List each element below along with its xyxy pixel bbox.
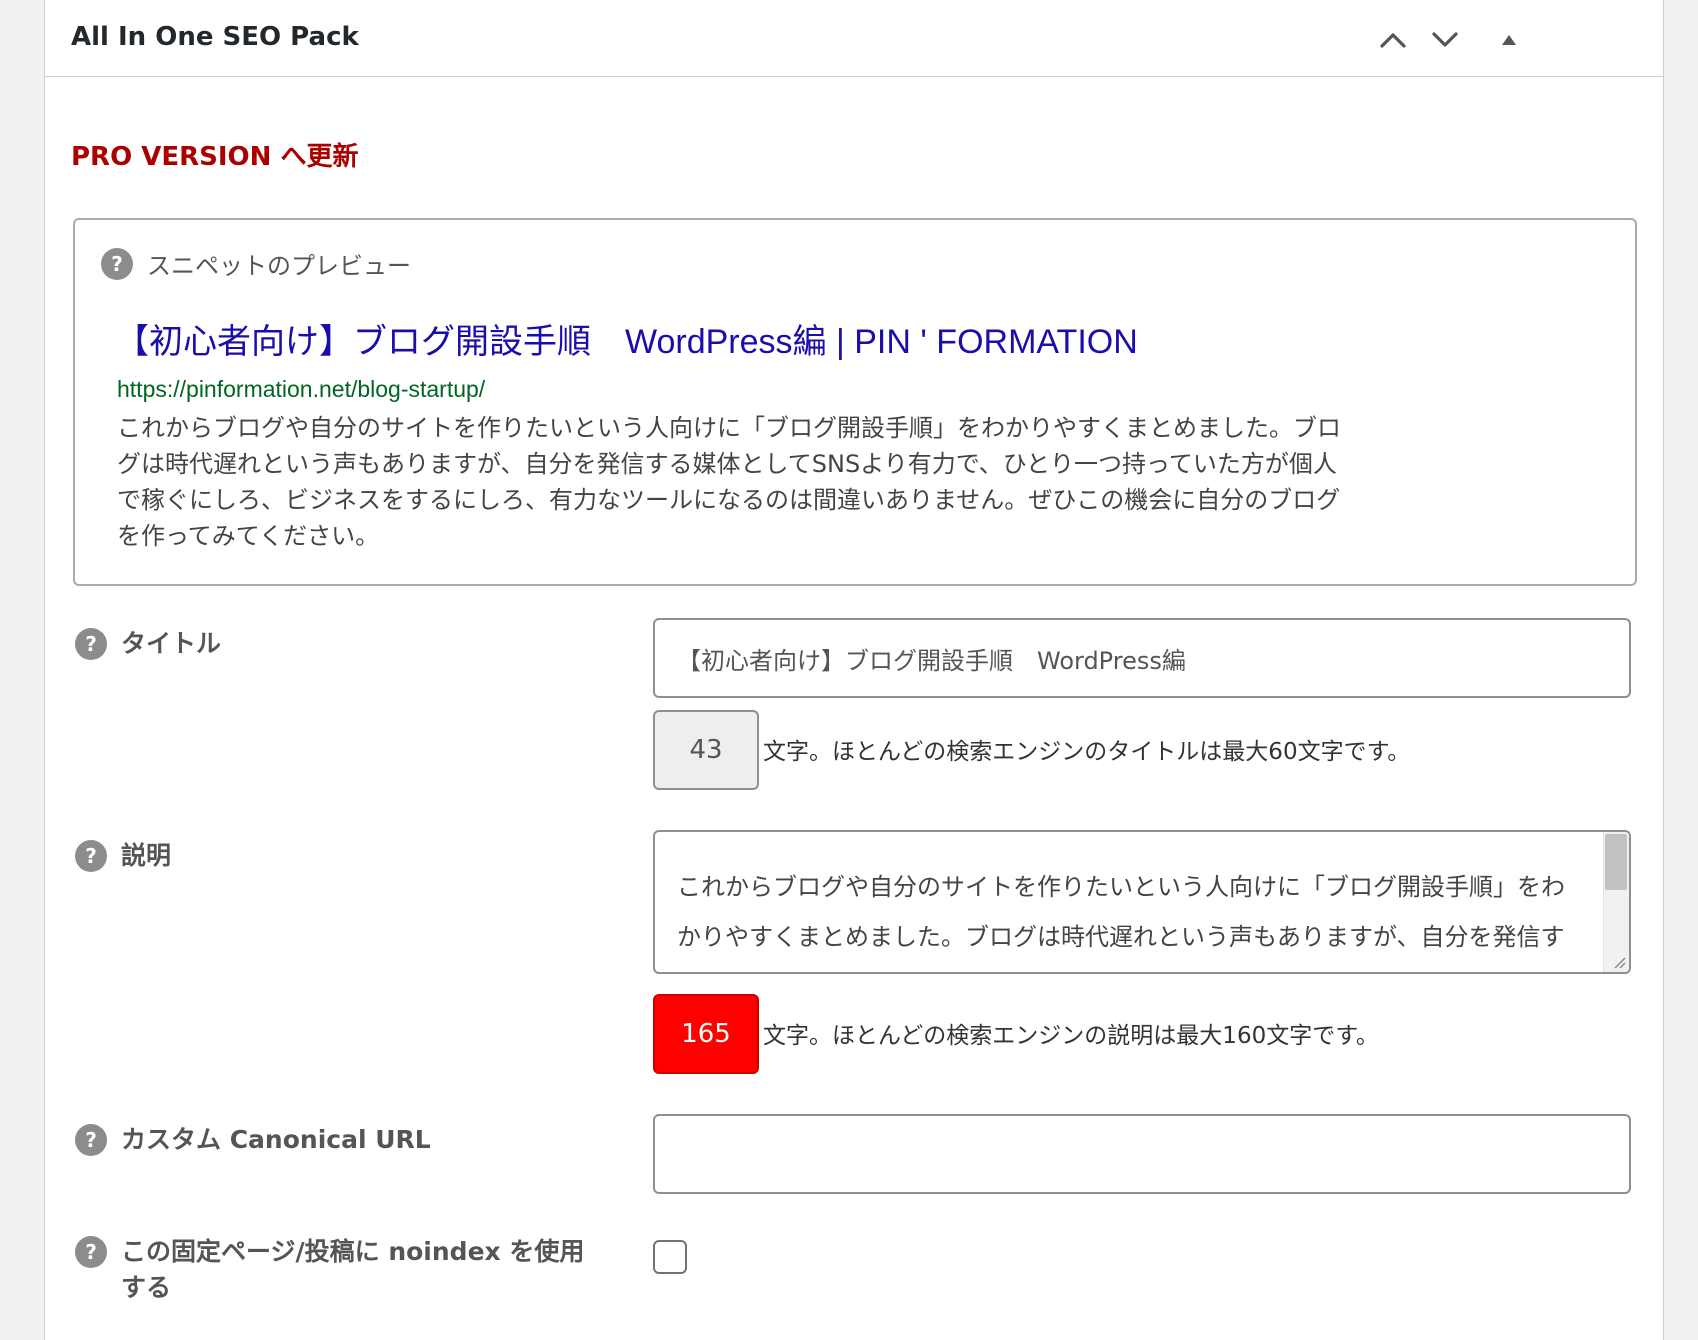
move-up-button[interactable]: [1371, 18, 1415, 62]
description-char-count: 165: [653, 994, 759, 1074]
upgrade-pro-link[interactable]: PRO VERSION へ更新: [71, 136, 358, 173]
move-down-button[interactable]: [1423, 18, 1467, 62]
noindex-label-row: ? この固定ページ/投稿に noindex を使用する: [75, 1236, 595, 1306]
description-label: 説明: [121, 841, 172, 870]
noindex-label: この固定ページ/投稿に noindex を使用する: [121, 1237, 585, 1302]
textarea-scrollbar[interactable]: [1603, 832, 1629, 972]
help-icon[interactable]: ?: [75, 628, 107, 660]
canonical-url-input[interactable]: [653, 1114, 1631, 1194]
title-char-count: 43: [653, 710, 759, 790]
snippet-url: https://pinformation.net/blog-startup/: [117, 376, 486, 402]
noindex-checkbox[interactable]: [653, 1240, 687, 1274]
metabox-title: All In One SEO Pack: [71, 22, 359, 52]
title-count-note: 文字。ほとんどの検索エンジンのタイトルは最大60文字です。: [763, 739, 1411, 765]
snippet-preview-label: スニペットのプレビュー: [147, 252, 411, 280]
snippet-title: 【初心者向け】ブログ開設手順 WordPress編 | PIN ' FORMAT…: [115, 323, 1138, 361]
triangle-up-icon: [1502, 35, 1516, 45]
resize-handle-icon[interactable]: [1611, 954, 1627, 970]
chevron-down-icon: [1432, 32, 1458, 47]
title-label-row: ? タイトル: [75, 628, 221, 662]
help-icon[interactable]: ?: [75, 1236, 107, 1268]
title-input[interactable]: [653, 618, 1631, 698]
snippet-preview: ? スニペットのプレビュー 【初心者向け】ブログ開設手順 WordPress編 …: [73, 218, 1637, 586]
title-label: タイトル: [121, 629, 222, 658]
help-icon[interactable]: ?: [75, 840, 107, 872]
snippet-preview-label-row: ? スニペットのプレビュー: [101, 246, 411, 281]
help-icon[interactable]: ?: [101, 247, 133, 280]
toggle-panel-button[interactable]: [1487, 18, 1531, 62]
scrollbar-thumb[interactable]: [1605, 834, 1627, 890]
canonical-label-row: ? カスタム Canonical URL: [75, 1124, 431, 1158]
help-icon[interactable]: ?: [75, 1124, 107, 1156]
description-label-row: ? 説明: [75, 840, 171, 874]
description-count-note: 文字。ほとんどの検索エンジンの説明は最大160文字です。: [763, 1023, 1379, 1049]
metabox-header: All In One SEO Pack: [45, 0, 1663, 77]
chevron-up-icon: [1380, 33, 1406, 48]
description-textarea[interactable]: これからブログや自分のサイトを作りたいという人向けに「ブログ開設手順」をわかりや…: [653, 830, 1631, 974]
canonical-label: カスタム Canonical URL: [121, 1125, 431, 1154]
seo-metabox: All In One SEO Pack PRO VERSION へ更新 ? スニ…: [44, 0, 1664, 1340]
snippet-description: これからブログや自分のサイトを作りたいという人向けに「ブログ開設手順」をわかりや…: [117, 414, 1341, 550]
description-text: これからブログや自分のサイトを作りたいという人向けに「ブログ開設手順」をわかりや…: [677, 873, 1565, 951]
